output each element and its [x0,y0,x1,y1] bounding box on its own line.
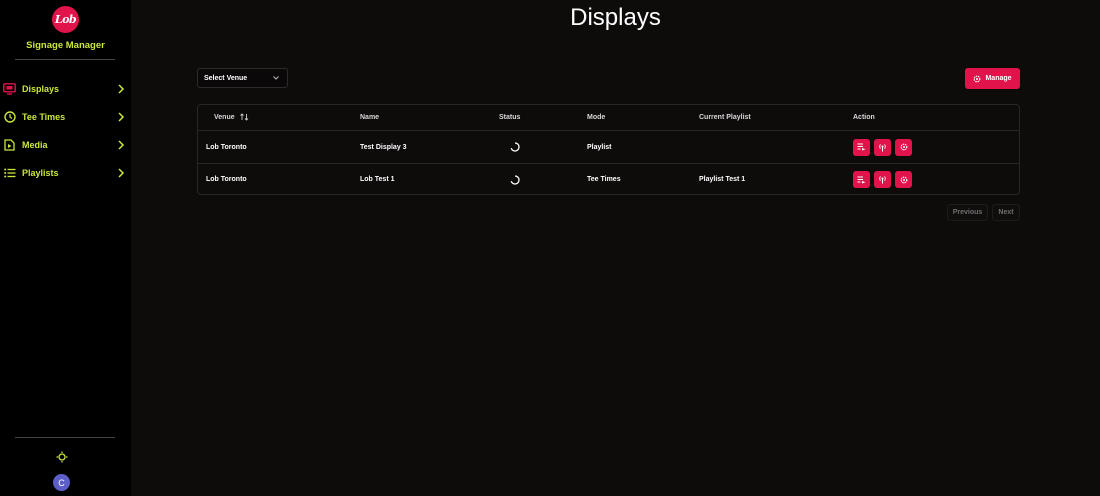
row-actions [853,131,916,163]
cell-mode: Tee Times [587,176,621,183]
lob-logo[interactable]: Lob [52,6,79,33]
broadcast-action-button[interactable] [874,171,891,188]
column-header-venue[interactable]: Venue [214,105,249,130]
user-avatar[interactable]: C [53,474,70,491]
sidebar-item-playlists[interactable]: Playlists [0,159,131,187]
cell-name: Lob Test 1 [360,176,395,183]
sort-icon [239,112,249,123]
column-header-current-playlist: Current Playlist [699,114,751,121]
status-spinner-icon [510,164,520,195]
theme-toggle-icon[interactable] [56,450,68,463]
page-title: Displays [570,4,661,31]
table-row: Lob Toronto Lob Test 1 Tee Times Playlis… [198,163,1019,195]
cell-mode: Playlist [587,143,612,151]
pagination-next-button[interactable]: Next [992,204,1020,221]
cell-current-playlist: Playlist Test 1 [699,176,746,183]
sidebar-divider [15,437,115,438]
sidebar-item-media[interactable]: Media [0,131,131,159]
manage-label: Manage [985,75,1012,82]
column-header-status: Status [499,114,521,121]
sidebar-item-displays[interactable]: Displays [0,75,131,103]
settings-action-button[interactable] [895,138,912,156]
playlist-action-button[interactable] [853,171,870,188]
sidebar-item-tee-times[interactable]: Tee Times [0,103,131,131]
venue-select[interactable]: Select Venue [197,68,288,88]
monitor-icon [3,83,16,96]
cell-venue: Lob Toronto [206,176,247,183]
column-header-name: Name [360,114,380,121]
table-header: Venue Name Status Mode Current Playlist … [198,105,1019,130]
chevron-right-icon [117,168,125,178]
logo-text: Lob [54,13,77,26]
table-row: Lob Toronto Test Display 3 Playlist [198,130,1019,163]
cell-name: Test Display 3 [360,143,407,151]
gear-icon [900,176,907,183]
sidebar-nav: Displays Tee Times Media Playlists [0,75,131,187]
sidebar-item-label: Tee Times [22,112,66,122]
sidebar: Lob Signage Manager Displays Tee Times M… [0,0,131,496]
cell-venue: Lob Toronto [206,143,247,151]
sidebar-item-label: Media [22,140,48,150]
chevron-right-icon [117,112,125,122]
column-header-mode: Mode [587,114,606,121]
chevron-down-icon [273,75,279,81]
broadcast-icon [879,176,886,184]
list-icon [3,167,16,180]
chevron-right-icon [117,140,125,150]
playlist-action-button[interactable] [853,138,870,156]
media-file-icon [3,139,16,152]
sidebar-divider [15,59,115,60]
playlist-icon [857,176,866,183]
column-header-action: Action [853,114,875,121]
pagination-previous-button[interactable]: Previous [947,204,988,221]
status-spinner-icon [510,131,520,163]
gear-icon [974,75,981,82]
playlist-icon [857,143,866,151]
broadcast-icon [879,143,886,151]
broadcast-action-button[interactable] [874,138,891,156]
gear-icon [900,143,907,151]
sidebar-item-label: Displays [22,84,60,94]
row-actions [853,164,916,195]
venue-select-value: Select Venue [204,74,248,82]
app-brand: Signage Manager [26,40,105,51]
displays-table: Venue Name Status Mode Current Playlist … [197,104,1020,195]
chevron-right-icon [117,84,125,94]
sidebar-item-label: Playlists [22,168,59,178]
settings-action-button[interactable] [895,171,912,188]
manage-button[interactable]: Manage [965,68,1020,89]
clock-icon [3,111,16,124]
